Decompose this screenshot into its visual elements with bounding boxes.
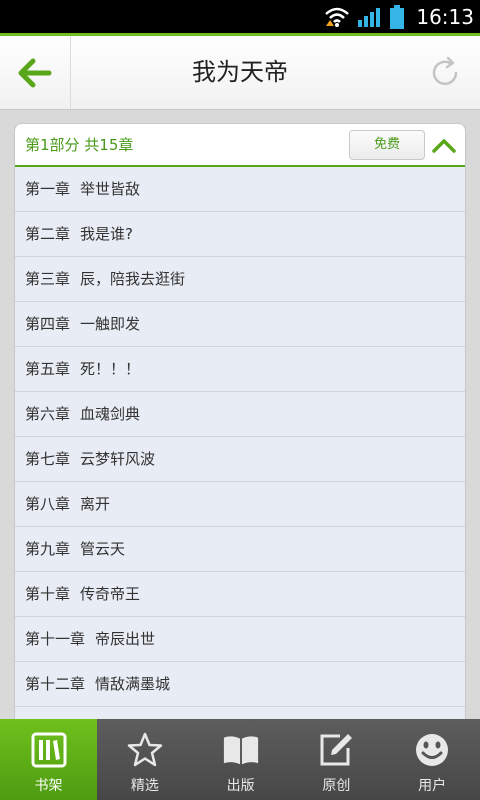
chapter-number: 第十一章: [25, 630, 86, 648]
chapter-item[interactable]: 第五章 死！！！: [15, 347, 465, 392]
nav-label: 出版: [226, 778, 255, 794]
nav-label: 精选: [130, 778, 159, 794]
chapter-item[interactable]: 第二章 我是谁?: [15, 212, 465, 257]
chapter-number: 第五章: [25, 360, 71, 378]
nav-tab-publish[interactable]: 出版: [193, 719, 289, 800]
chapter-item[interactable]: 第六章 血魂剑典: [15, 392, 465, 437]
chapter-item[interactable]: 第七章 云梦轩风波: [15, 437, 465, 482]
chapter-item[interactable]: 第十一章 帝辰出世: [15, 617, 465, 662]
page-title: 我为天帝: [192, 58, 288, 86]
signal-icon: [358, 7, 381, 27]
chapter-title: 情敌满墨城: [95, 675, 171, 693]
chapter-title: 云梦轩风波: [80, 450, 156, 468]
wifi-icon: [325, 7, 350, 27]
refresh-icon: [432, 56, 457, 85]
chapter-title: 一触即发: [80, 315, 141, 333]
chapter-number: 第一章: [25, 180, 71, 198]
free-button[interactable]: 免费: [349, 130, 425, 160]
chapter-title: 传奇帝王: [80, 585, 141, 603]
chapter-title: 离开: [80, 495, 111, 513]
chevron-up-icon[interactable]: [431, 132, 457, 158]
chapter-number: 第二章: [25, 225, 71, 243]
battery-icon: [390, 4, 405, 29]
star-icon: [126, 731, 164, 769]
nav-tab-bookshelf[interactable]: 书架: [0, 719, 97, 800]
chapter-item[interactable]: [15, 707, 465, 719]
chapter-title: 血魂剑典: [80, 405, 141, 423]
header-bar: 我为天帝: [0, 33, 480, 110]
status-icons: 16:13: [324, 0, 474, 33]
bottom-nav: 书架 精选 出版 原创 用户: [0, 719, 480, 800]
chapter-item[interactable]: 第一章 举世皆敌: [15, 167, 465, 212]
open-book-icon: [222, 731, 260, 769]
chapter-item[interactable]: 第九章 管云天: [15, 527, 465, 572]
chapter-item[interactable]: 第十章 传奇帝王: [15, 572, 465, 617]
chapter-number: 第三章: [25, 270, 71, 288]
chapter-list-area[interactable]: 第1部分 共15章 免费 第一章 举世皆敌 第二章 我是谁? 第三章 辰，陪我去逛街 第四章…: [0, 110, 480, 719]
chapter-title: 死！！！: [80, 360, 141, 378]
section-panel: 第1部分 共15章 免费 第一章 举世皆敌 第二章 我是谁? 第三章 辰，陪我去逛街 第四章…: [14, 123, 466, 719]
chapter-number: 第八章: [25, 495, 71, 513]
chapter-title: 帝辰出世: [95, 630, 156, 648]
chapter-number: 第十章: [25, 585, 71, 603]
chapter-title: 辰，陪我去逛街: [80, 270, 186, 288]
chapter-item[interactable]: 第三章 辰，陪我去逛街: [15, 257, 465, 302]
section-header[interactable]: 第1部分 共15章 免费: [15, 124, 465, 167]
chapter-title: 举世皆敌: [80, 180, 141, 198]
status-time: 16:13: [416, 4, 474, 29]
nav-tab-featured[interactable]: 精选: [97, 719, 193, 800]
back-arrow-icon: [18, 58, 52, 87]
chapter-number: 第四章: [25, 315, 71, 333]
nav-label: 用户: [418, 778, 447, 794]
chapter-title: 管云天: [80, 540, 126, 558]
chapter-title: 我是谁?: [80, 225, 133, 243]
refresh-button[interactable]: [409, 36, 480, 109]
chapter-item[interactable]: 第十二章 情敌满墨城: [15, 662, 465, 707]
nav-tab-user[interactable]: 用户: [384, 719, 480, 800]
chapter-number: 第九章: [25, 540, 71, 558]
nav-tab-original[interactable]: 原创: [289, 719, 385, 800]
chapter-number: 第六章: [25, 405, 71, 423]
nav-label: 原创: [322, 778, 351, 794]
chapter-list: 第一章 举世皆敌 第二章 我是谁? 第三章 辰，陪我去逛街 第四章 一触即发 第五章 死！！！ 第六…: [15, 167, 465, 719]
smiley-icon: [413, 731, 451, 769]
section-title: 第1部分 共15章: [25, 136, 134, 154]
bookshelf-icon: [30, 731, 68, 769]
chapter-item[interactable]: 第四章 一触即发: [15, 302, 465, 347]
back-button[interactable]: [0, 36, 71, 109]
chapter-item[interactable]: 第八章 离开: [15, 482, 465, 527]
chapter-number: 第七章: [25, 450, 71, 468]
chapter-number: 第十二章: [25, 675, 86, 693]
edit-icon: [317, 731, 355, 769]
status-bar: 16:13: [0, 0, 480, 33]
nav-label: 书架: [34, 778, 63, 794]
